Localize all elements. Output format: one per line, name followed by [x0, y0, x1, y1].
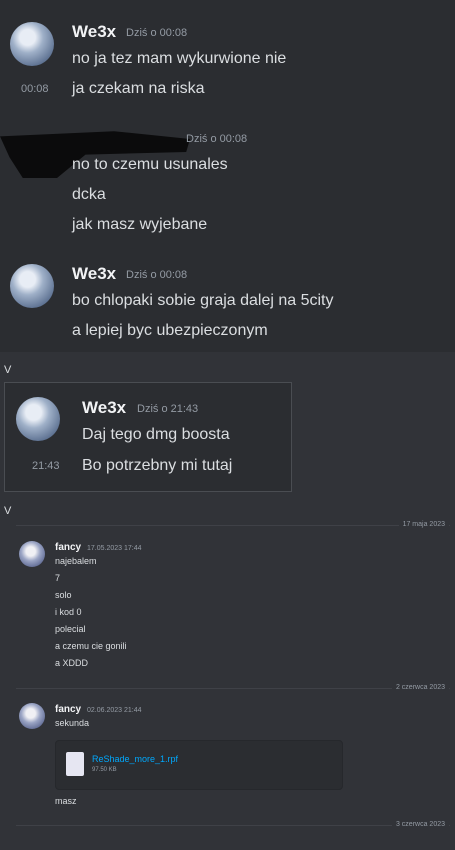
message-timestamp: Dziś o 21:43: [137, 403, 199, 415]
date-divider-label: 17 maja 2023: [398, 521, 449, 528]
message-text: bo chlopaki sobie graja dalej na 5city: [72, 292, 334, 309]
message-text: a czemu cie gonili: [55, 641, 127, 651]
date-divider: [16, 525, 450, 526]
file-attachment[interactable]: [55, 740, 343, 790]
message-text: jak masz wyjebane: [72, 216, 208, 233]
message-text: no to czemu usunales: [72, 156, 228, 173]
separator-label: V: [4, 364, 12, 376]
message-timestamp: Dziś o 00:08: [126, 269, 188, 281]
user-avatar[interactable]: [10, 22, 54, 66]
message-text: ja czekam na riska: [72, 80, 205, 97]
date-divider: [16, 825, 450, 826]
hover-timestamp: 21:43: [32, 460, 60, 472]
message-timestamp: Dziś o 00:08: [126, 27, 188, 39]
author-name[interactable]: We3x: [82, 398, 126, 418]
message-text: Bo potrzebny mi tutaj: [82, 457, 233, 474]
message-text: no ja tez mam wykurwione nie: [72, 50, 287, 67]
author-name[interactable]: fancy: [55, 704, 81, 715]
message-text: solo: [55, 590, 72, 600]
date-divider-label: 3 czerwca 2023: [391, 821, 449, 828]
message-timestamp: Dziś o 00:08: [186, 133, 248, 145]
message-text: sekunda: [55, 718, 90, 728]
message-text: a XDDD: [55, 658, 89, 668]
date-divider: [16, 688, 450, 689]
message-text: masz: [55, 796, 77, 806]
user-avatar[interactable]: [19, 541, 45, 567]
message-timestamp: 17.05.2023 17:44: [87, 545, 142, 552]
author-name[interactable]: We3x: [72, 264, 116, 284]
author-name[interactable]: fancy: [55, 542, 81, 553]
date-divider-label: 2 czerwca 2023: [391, 684, 449, 691]
message-text: Daj tego dmg boosta: [82, 426, 230, 443]
message-text: polecial: [55, 624, 86, 634]
user-avatar[interactable]: [10, 264, 54, 308]
message-text: i kod 0: [55, 607, 82, 617]
user-avatar[interactable]: [19, 703, 45, 729]
separator-label: V: [4, 505, 12, 517]
user-avatar[interactable]: [16, 397, 60, 441]
message-text: 7: [55, 573, 61, 583]
hover-timestamp: 00:08: [21, 83, 49, 95]
file-icon: [66, 752, 84, 776]
file-name-link[interactable]: ReShade_more_1.rpf: [92, 754, 178, 764]
message-timestamp: 02.06.2023 21:44: [87, 707, 142, 714]
file-size: 97.50 KB: [92, 767, 117, 773]
message-text: a lepiej byc ubezpieczonym: [72, 322, 268, 339]
author-name[interactable]: We3x: [72, 22, 116, 42]
message-text: najebalem: [55, 556, 97, 566]
message-text: dcka: [72, 186, 106, 203]
